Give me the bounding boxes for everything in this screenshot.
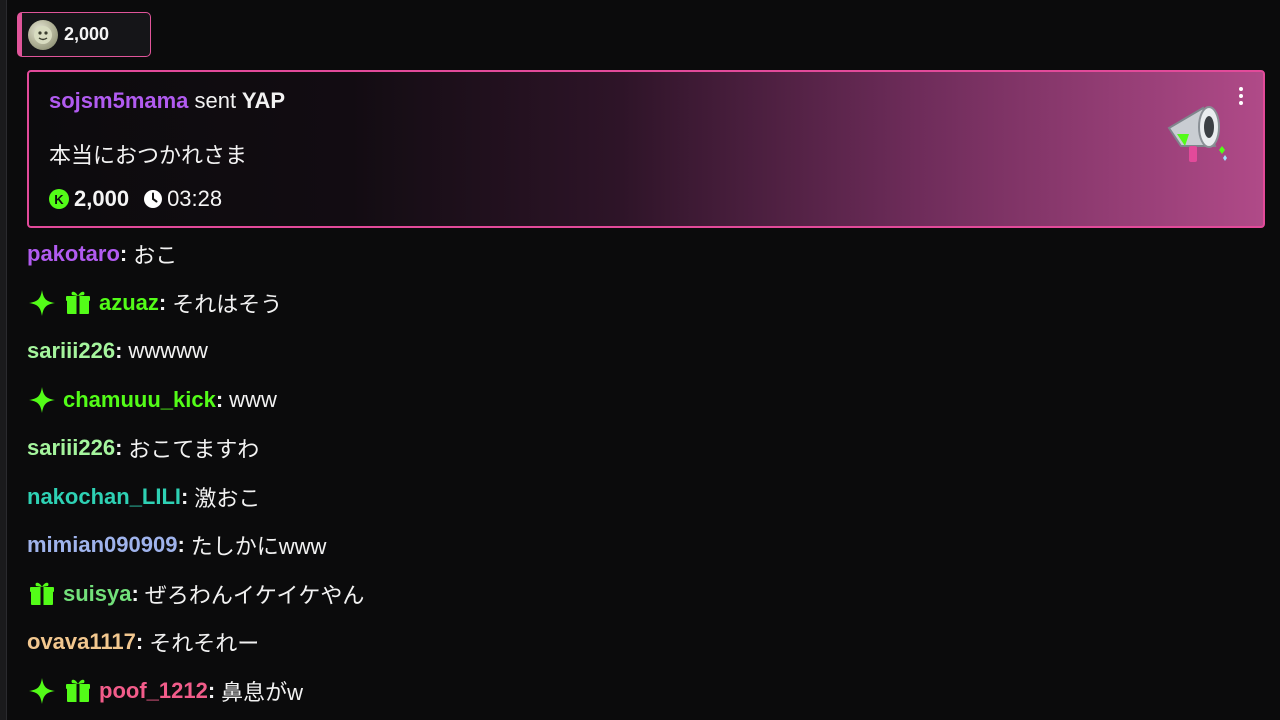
yap-message: 本当におつかれさま: [49, 143, 248, 168]
chat-message[interactable]: sariii226: wwwww: [27, 327, 1257, 376]
username-separator: :: [207, 677, 216, 703]
yap-header: sojsm5mama sent YAP: [49, 88, 285, 114]
username-separator: :: [177, 532, 185, 558]
avatar-face-icon: [34, 25, 52, 44]
chat-message-text: www: [229, 386, 277, 412]
chat-message-text: 鼻息がw: [221, 679, 304, 705]
chat-message-list: pakotaro: おこ azuaz: それはそう sariii226: wwwww cha…: [27, 230, 1257, 715]
yap-sent-label: sent: [194, 88, 237, 113]
chat-message-text: たしかにwww: [190, 534, 327, 560]
chat-message[interactable]: suisya: ぜろわんイケイケやん: [27, 570, 1257, 619]
username-separator: :: [131, 580, 139, 606]
gift-badge-icon[interactable]: [63, 288, 93, 318]
username-separator: :: [115, 435, 123, 461]
panel-divider[interactable]: [0, 0, 7, 720]
chat-message-text: それそれー: [149, 631, 260, 657]
chat-username[interactable]: sariii226: [27, 435, 115, 461]
chat-message[interactable]: sariii226: おこてますわ: [27, 424, 1257, 473]
username-separator: :: [135, 629, 144, 655]
chat-message-text: 激おこ: [194, 485, 261, 511]
yap-sender-name[interactable]: sojsm5mama: [49, 88, 188, 113]
chat-username[interactable]: nakochan_LILI: [27, 484, 181, 510]
chat-username[interactable]: sariii226: [27, 338, 115, 364]
username-separator: :: [119, 241, 128, 267]
chat-message[interactable]: pakotaro: おこ: [27, 230, 1257, 279]
username-separator: :: [115, 338, 123, 364]
sparkle-badge-icon[interactable]: [27, 385, 57, 415]
chat-message-text: おこ: [133, 243, 178, 269]
username-separator: :: [181, 483, 189, 509]
chat-panel: 2,000 sojsm5mama sent YAP 本当におつかれさま K 2,…: [0, 0, 1280, 720]
yap-meta: K 2,000 03:28: [49, 186, 222, 212]
chat-username[interactable]: mimian090909: [27, 532, 177, 558]
chat-message[interactable]: mimian090909: たしかにwww: [27, 521, 1257, 570]
username-separator: :: [215, 386, 224, 412]
chat-username[interactable]: azuaz: [99, 290, 159, 316]
chat-username[interactable]: chamuuu_kick: [63, 387, 216, 413]
chat-message-text: おこてますわ: [128, 437, 260, 463]
chat-message-text: wwwww: [128, 338, 208, 364]
gift-badge-icon[interactable]: [63, 676, 93, 706]
chat-message[interactable]: chamuuu_kick: www: [27, 376, 1257, 425]
chat-message[interactable]: ovava1117: それそれー: [27, 618, 1257, 667]
pinned-amount: 2,000: [64, 24, 110, 44]
yap-gift-card[interactable]: sojsm5mama sent YAP 本当におつかれさま K 2,000 03…: [27, 70, 1265, 228]
pinned-gift-bar[interactable]: 2,000: [17, 12, 151, 57]
yap-amount: 2,000: [74, 186, 130, 211]
gift-badge-icon[interactable]: [27, 579, 57, 609]
chat-message[interactable]: azuaz: それはそう: [27, 279, 1257, 328]
chat-message-text: ぜろわんイケイケやん: [144, 582, 365, 608]
chat-username[interactable]: poof_1212: [99, 678, 208, 704]
clock-icon: [144, 190, 163, 208]
chat-message[interactable]: poof_1212: 鼻息がw: [27, 667, 1257, 716]
chat-message[interactable]: nakochan_LILI: 激おこ: [27, 473, 1257, 522]
chat-username[interactable]: pakotaro: [27, 241, 120, 267]
chat-message-text: それはそう: [172, 291, 283, 317]
chat-username[interactable]: ovava1117: [27, 629, 136, 655]
yap-gift-name: YAP: [241, 88, 286, 113]
sparkle-badge-icon[interactable]: [27, 676, 57, 706]
kick-coin-icon: K: [49, 189, 69, 209]
chat-username[interactable]: suisya: [63, 581, 132, 607]
sparkle-badge-icon[interactable]: [27, 288, 57, 318]
yap-time-remaining: 03:28: [167, 186, 223, 211]
username-separator: :: [158, 289, 167, 315]
megaphone-icon: [1167, 106, 1227, 162]
pinned-user-avatar: [28, 19, 58, 50]
more-options-icon[interactable]: [1231, 84, 1251, 108]
